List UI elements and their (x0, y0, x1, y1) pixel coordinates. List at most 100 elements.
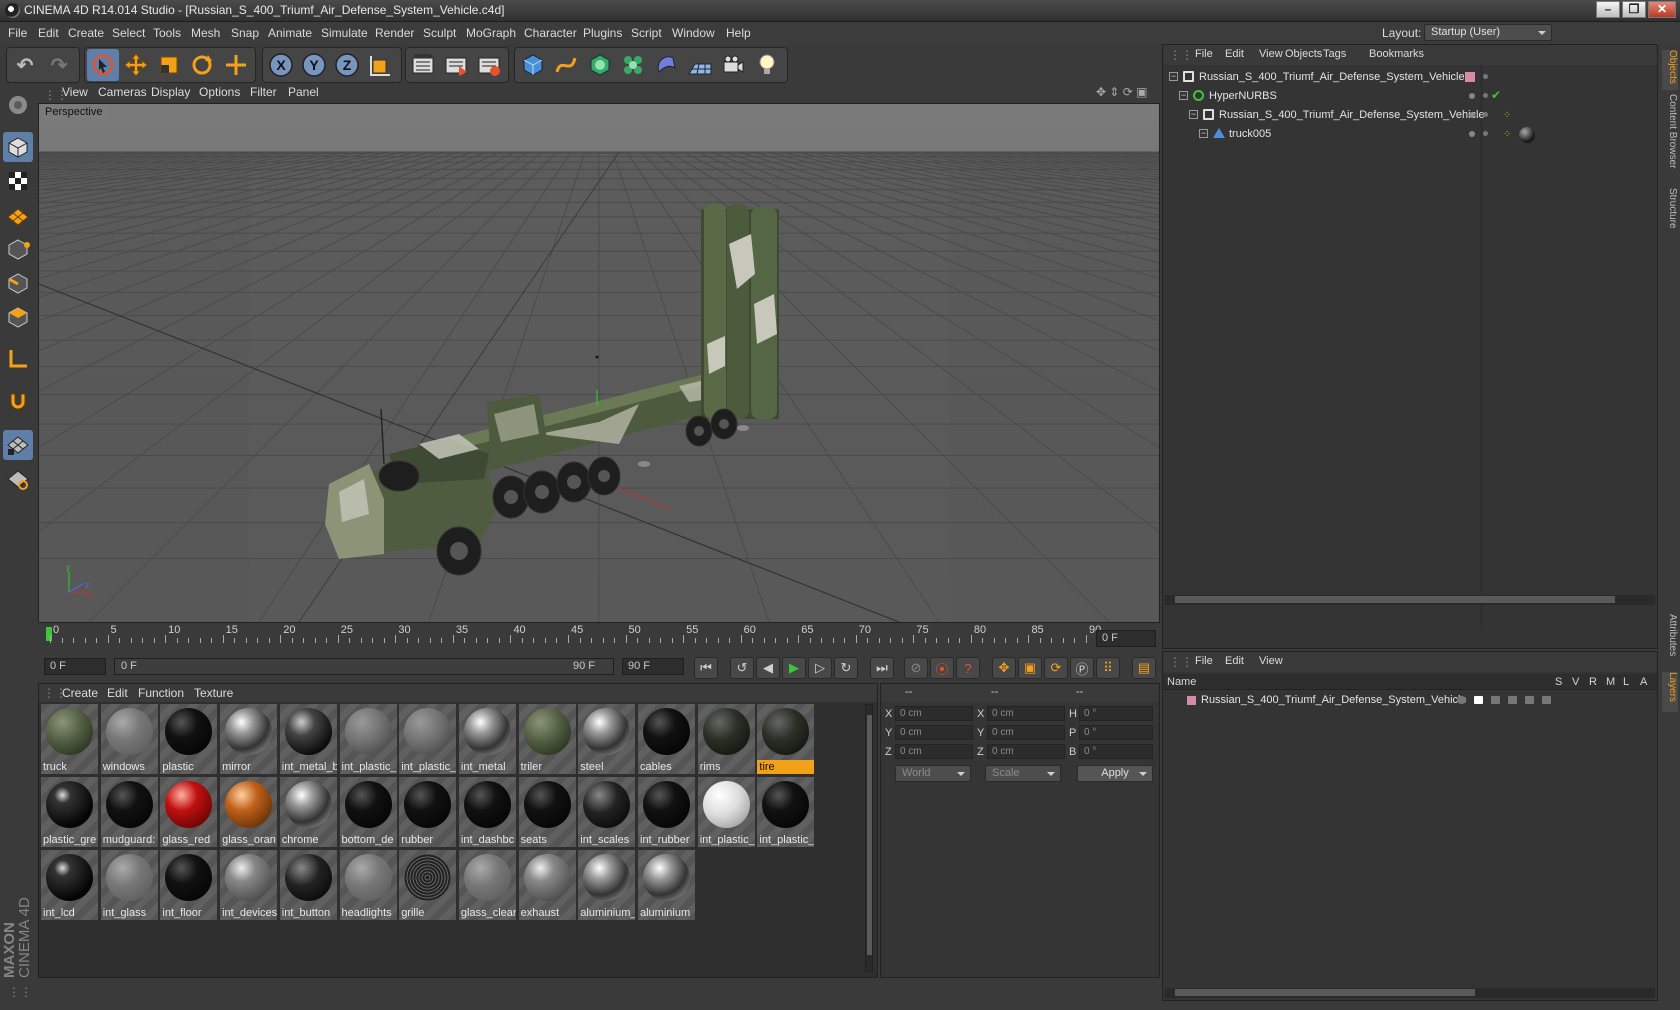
redo-icon[interactable]: ↷ (43, 49, 75, 81)
visible-eye-icon[interactable] (1474, 696, 1483, 704)
material-swatch[interactable]: glass_red (160, 777, 218, 847)
light-icon[interactable] (751, 49, 783, 81)
3d-viewport[interactable]: y z x Perspective (38, 103, 1160, 623)
render-settings-icon[interactable] (473, 49, 505, 81)
object-horizontal-scrollbar[interactable] (1165, 595, 1655, 605)
render-visibility-dot-icon[interactable] (1483, 131, 1488, 136)
coord-size-field[interactable]: 0 cm (987, 725, 1065, 740)
texture-mode-icon[interactable] (3, 166, 33, 196)
material-swatch[interactable]: triler (518, 704, 576, 774)
material-swatch[interactable]: int_plastic_ (757, 777, 815, 847)
x-axis-lock-button[interactable]: X (265, 49, 297, 81)
layer-menu-edit[interactable]: Edit (1225, 655, 1244, 667)
current-frame-field[interactable]: 0 F (1096, 630, 1156, 647)
enabled-check-icon[interactable]: ✔ (1491, 88, 1501, 102)
menu-animate[interactable]: Animate (268, 26, 312, 40)
timeline-ruler[interactable]: 051015202530354045505560657075808590 0 F (38, 624, 1160, 653)
keyframe-selection-icon[interactable]: ? (956, 657, 980, 679)
material-swatch[interactable]: int_glass (100, 850, 158, 920)
workplane-mode-icon[interactable] (3, 200, 33, 230)
layer-color-swatch[interactable] (1187, 696, 1196, 705)
menu-script[interactable]: Script (631, 26, 662, 40)
coord-position-field[interactable]: 0 cm (895, 706, 973, 721)
axis-mode-icon[interactable] (3, 344, 33, 374)
material-swatch[interactable]: headlights (339, 850, 397, 920)
manager-icon[interactable] (1508, 696, 1517, 704)
material-swatch[interactable]: aluminium_ (578, 850, 636, 920)
material-menu-create[interactable]: Create (62, 686, 98, 700)
material-menu-edit[interactable]: Edit (107, 686, 128, 700)
menu-select[interactable]: Select (112, 26, 145, 40)
workplane-lock-icon[interactable] (3, 430, 33, 460)
object-row[interactable]: − Russian_S_400_Triumf_Air_Defense_System… (1163, 69, 1657, 88)
menu-sculpt[interactable]: Sculpt (423, 26, 456, 40)
material-swatch[interactable]: glass_clear (458, 850, 516, 920)
material-swatch[interactable]: int_scales (578, 777, 636, 847)
object-menu-view[interactable]: View (1259, 48, 1283, 60)
object-menu-bookmarks[interactable]: Bookmarks (1369, 48, 1424, 60)
material-tag-icon[interactable] (1519, 127, 1535, 143)
material-swatch[interactable]: plastic (160, 704, 218, 774)
material-swatch[interactable]: int_plastic_ (339, 704, 397, 774)
key-parameter-icon[interactable]: Ⓟ (1070, 657, 1094, 679)
viewport-camera-label[interactable]: Perspective (41, 105, 107, 119)
material-swatch[interactable]: grille (399, 850, 457, 920)
side-tab-objects[interactable]: Objects (1662, 50, 1678, 90)
material-swatch[interactable]: int_floor (160, 850, 218, 920)
mograph-cloner-icon[interactable] (617, 49, 649, 81)
coord-rotation-field[interactable]: 0 ° (1079, 744, 1153, 759)
coordinate-system-icon[interactable] (364, 49, 396, 81)
material-swatch[interactable]: cables (638, 704, 695, 774)
scale-icon[interactable] (153, 49, 185, 81)
cube-primitive-icon[interactable] (517, 49, 549, 81)
material-swatch[interactable]: int_dashbc (458, 777, 516, 847)
autokeying-icon[interactable]: ⦿ (930, 657, 954, 679)
material-menu-texture[interactable]: Texture (194, 686, 233, 700)
material-swatch[interactable]: bottom_de (339, 777, 397, 847)
tag-icon[interactable]: ⁘ (1503, 110, 1511, 121)
key-position-icon[interactable]: ✥ (992, 657, 1016, 679)
coord-mode-select[interactable]: Scale (985, 765, 1061, 782)
viewport-menu-cameras[interactable]: Cameras (98, 85, 147, 99)
key-rotation-icon[interactable]: ⟳ (1044, 657, 1068, 679)
material-swatch[interactable]: int_plastic_ (399, 704, 457, 774)
menu-snap[interactable]: Snap (231, 26, 259, 40)
workplane-rotate-icon[interactable] (3, 464, 33, 494)
layer-col-m[interactable]: M (1606, 676, 1615, 688)
expand-toggle-icon[interactable]: − (1199, 129, 1208, 138)
polygons-mode-icon[interactable] (3, 302, 33, 332)
menu-simulate[interactable]: Simulate (321, 26, 368, 40)
model-mode-icon[interactable] (3, 132, 33, 162)
object-row[interactable]: − HyperNURBS ✔ (1163, 88, 1657, 107)
viewport-menu-filter[interactable]: Filter (250, 85, 277, 99)
snap-magnet-icon[interactable] (3, 386, 33, 416)
coord-size-field[interactable]: 0 cm (987, 706, 1065, 721)
expand-toggle-icon[interactable]: − (1189, 110, 1198, 119)
layer-menu-view[interactable]: View (1259, 655, 1283, 667)
menu-render[interactable]: Render (375, 26, 414, 40)
material-swatch[interactable]: tire (757, 704, 815, 774)
coord-position-field[interactable]: 0 cm (895, 725, 973, 740)
layout-select[interactable]: Startup (User) (1424, 24, 1552, 41)
material-swatch[interactable]: glass_oran (220, 777, 278, 847)
render-icon[interactable] (1491, 696, 1500, 704)
material-swatch[interactable]: int_rubber (638, 777, 695, 847)
layer-menu-file[interactable]: File (1195, 655, 1213, 667)
camera-icon[interactable] (717, 49, 749, 81)
coord-space-select[interactable]: World (895, 765, 971, 782)
z-axis-lock-button[interactable]: Z (331, 49, 363, 81)
next-frame-icon[interactable]: ▷ (808, 657, 832, 679)
material-swatch[interactable]: rims (697, 704, 755, 774)
deformer-icon[interactable] (650, 49, 682, 81)
material-swatch[interactable]: exhaust (518, 850, 576, 920)
menu-mesh[interactable]: Mesh (191, 26, 220, 40)
preview-end-field[interactable]: 90 F (622, 658, 684, 675)
menu-tools[interactable]: Tools (153, 26, 181, 40)
object-menu-tags[interactable]: Tags (1323, 48, 1346, 60)
viewport-menu-view[interactable]: View (62, 85, 88, 99)
material-swatch[interactable]: int_lcd (41, 850, 98, 920)
side-tab-layers[interactable]: Layers (1662, 672, 1678, 712)
apply-button[interactable]: Apply (1077, 765, 1153, 782)
layer-horizontal-scrollbar[interactable] (1165, 988, 1655, 998)
material-swatch[interactable]: windows (100, 704, 158, 774)
